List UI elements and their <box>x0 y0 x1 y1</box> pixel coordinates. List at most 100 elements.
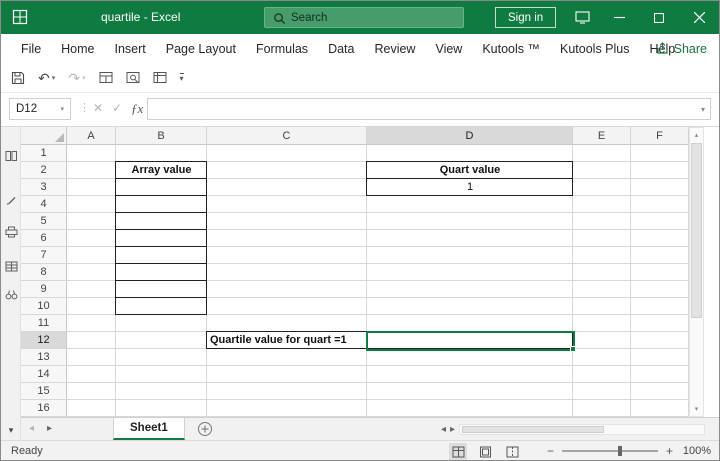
active-cell-D12[interactable] <box>366 331 576 352</box>
zoom-slider-thumb[interactable] <box>617 446 622 456</box>
zoom-in-button[interactable]: + <box>666 444 673 458</box>
insert-function-button[interactable]: ƒx <box>131 101 143 117</box>
cell-B10[interactable] <box>115 297 207 315</box>
hscroll-track[interactable] <box>459 423 705 435</box>
maximize-button[interactable] <box>639 1 679 34</box>
column-header-C[interactable]: C <box>207 127 367 145</box>
sheet-nav-left-icon[interactable]: ◂ <box>29 423 34 434</box>
sidebar-grid-icon[interactable] <box>4 259 18 273</box>
column-header-D[interactable]: D <box>367 127 573 145</box>
save-button[interactable] <box>11 71 25 85</box>
cell-B5[interactable] <box>115 212 207 230</box>
row-header-5[interactable]: 5 <box>21 213 67 230</box>
qat-tool-1-icon[interactable] <box>99 71 113 84</box>
column-header-F[interactable]: F <box>631 127 689 145</box>
tab-home[interactable]: Home <box>51 34 104 63</box>
zoom-level[interactable]: 100% <box>681 445 711 457</box>
ribbon-display-options-icon[interactable] <box>565 1 599 34</box>
column-header-A[interactable]: A <box>67 127 116 145</box>
sidebar-printer-icon[interactable] <box>4 225 18 239</box>
new-sheet-button[interactable] <box>197 421 213 437</box>
page-break-view-button[interactable] <box>503 443 521 460</box>
cells-area[interactable]: Array value Quart value 1 Quartile value fo… <box>67 145 689 417</box>
row-header-8[interactable]: 8 <box>21 264 67 281</box>
tab-kutools[interactable]: Kutools ™ <box>472 34 550 63</box>
cell-B8[interactable] <box>115 263 207 281</box>
qat-tool-2-icon[interactable] <box>126 71 140 84</box>
column-header-B[interactable]: B <box>116 127 207 145</box>
tab-file[interactable]: File <box>11 34 51 63</box>
row-header-13[interactable]: 13 <box>21 349 67 366</box>
cell-B4[interactable] <box>115 195 207 213</box>
tab-review[interactable]: Review <box>364 34 425 63</box>
titlebar-search[interactable]: Search <box>264 7 464 28</box>
cell-B6[interactable] <box>115 229 207 247</box>
customize-qat-button[interactable]: ▾ <box>179 72 184 83</box>
tab-data[interactable]: Data <box>318 34 364 63</box>
excel-logo-icon <box>12 9 28 25</box>
qat-tool-3-icon[interactable] <box>153 71 167 84</box>
cell-B3[interactable] <box>115 178 207 196</box>
row-header-10[interactable]: 10 <box>21 298 67 315</box>
hscroll-left-icon[interactable]: ◂ <box>441 424 446 435</box>
row-header-1[interactable]: 1 <box>21 145 67 162</box>
titlebar: quartile - Excel Search Sign in <box>1 1 719 34</box>
tab-view[interactable]: View <box>425 34 472 63</box>
horizontal-scrollbar-thumb[interactable] <box>462 425 604 433</box>
cell-D2[interactable]: Quart value <box>367 162 573 179</box>
sign-in-button[interactable]: Sign in <box>495 7 557 28</box>
row-header-11[interactable]: 11 <box>21 315 67 332</box>
minimize-button[interactable] <box>599 1 639 34</box>
row-header-3[interactable]: 3 <box>21 179 67 196</box>
tab-formulas[interactable]: Formulas <box>246 34 318 63</box>
tab-insert[interactable]: Insert <box>105 34 156 63</box>
column-header-E[interactable]: E <box>573 127 631 145</box>
cell-D3[interactable]: 1 <box>367 179 573 196</box>
name-box[interactable]: D12 ▾ <box>9 98 71 120</box>
row-header-16[interactable]: 16 <box>21 400 67 417</box>
cancel-icon[interactable]: ✕ <box>93 101 103 115</box>
close-button[interactable] <box>679 1 719 34</box>
row-header-12[interactable]: 12 <box>21 332 67 349</box>
hscroll-right-icon[interactable]: ▸ <box>450 424 455 435</box>
sidebar-collapse-icon[interactable]: ▾ <box>4 423 18 437</box>
redo-button[interactable]: ↷ ▾ <box>68 71 85 85</box>
formula-input[interactable]: ▾ <box>147 98 711 120</box>
row-header-15[interactable]: 15 <box>21 383 67 400</box>
vertical-scrollbar-thumb[interactable] <box>691 143 702 318</box>
cell-B7[interactable] <box>115 246 207 264</box>
row-header-14[interactable]: 14 <box>21 366 67 383</box>
horizontal-scrollbar[interactable]: ◂ ▸ <box>441 422 705 436</box>
cell-B9[interactable] <box>115 280 207 298</box>
row-header-4[interactable]: 4 <box>21 196 67 213</box>
tab-page-layout[interactable]: Page Layout <box>156 34 246 63</box>
sheet-tab-sheet1[interactable]: Sheet1 <box>113 418 185 440</box>
gridline <box>688 145 689 417</box>
row-header-6[interactable]: 6 <box>21 230 67 247</box>
cell-B2[interactable]: Array value <box>116 162 207 179</box>
share-button[interactable]: Share <box>656 34 707 63</box>
normal-view-button[interactable] <box>449 443 467 460</box>
fill-handle[interactable] <box>570 346 576 352</box>
scroll-up-icon[interactable]: ▴ <box>690 131 703 139</box>
zoom-slider[interactable] <box>561 446 658 456</box>
select-all-triangle-icon <box>55 133 64 142</box>
row-header-7[interactable]: 7 <box>21 247 67 264</box>
page-layout-view-button[interactable] <box>476 443 494 460</box>
row-header-9[interactable]: 9 <box>21 281 67 298</box>
sidebar-pen-icon[interactable] <box>4 193 18 207</box>
zoom-out-button[interactable]: − <box>547 444 554 458</box>
gridline <box>630 145 631 417</box>
sheet-nav-right-icon[interactable]: ▸ <box>47 423 52 434</box>
enter-check-icon[interactable]: ✓ <box>112 101 122 115</box>
vertical-scrollbar[interactable]: ▴ ▾ <box>689 127 704 417</box>
sidebar-book-icon[interactable] <box>4 149 18 163</box>
tab-kutools-plus[interactable]: Kutools Plus <box>550 34 639 63</box>
undo-button[interactable]: ↶ ▾ <box>38 71 55 85</box>
select-all-button[interactable] <box>21 127 67 145</box>
expand-formula-bar-icon[interactable]: ▾ <box>701 105 705 114</box>
sidebar-binoculars-icon[interactable] <box>4 287 18 301</box>
cell-C12[interactable]: Quartile value for quart =1 <box>207 332 367 349</box>
scroll-down-icon[interactable]: ▾ <box>690 405 703 413</box>
row-header-2[interactable]: 2 <box>21 162 67 179</box>
